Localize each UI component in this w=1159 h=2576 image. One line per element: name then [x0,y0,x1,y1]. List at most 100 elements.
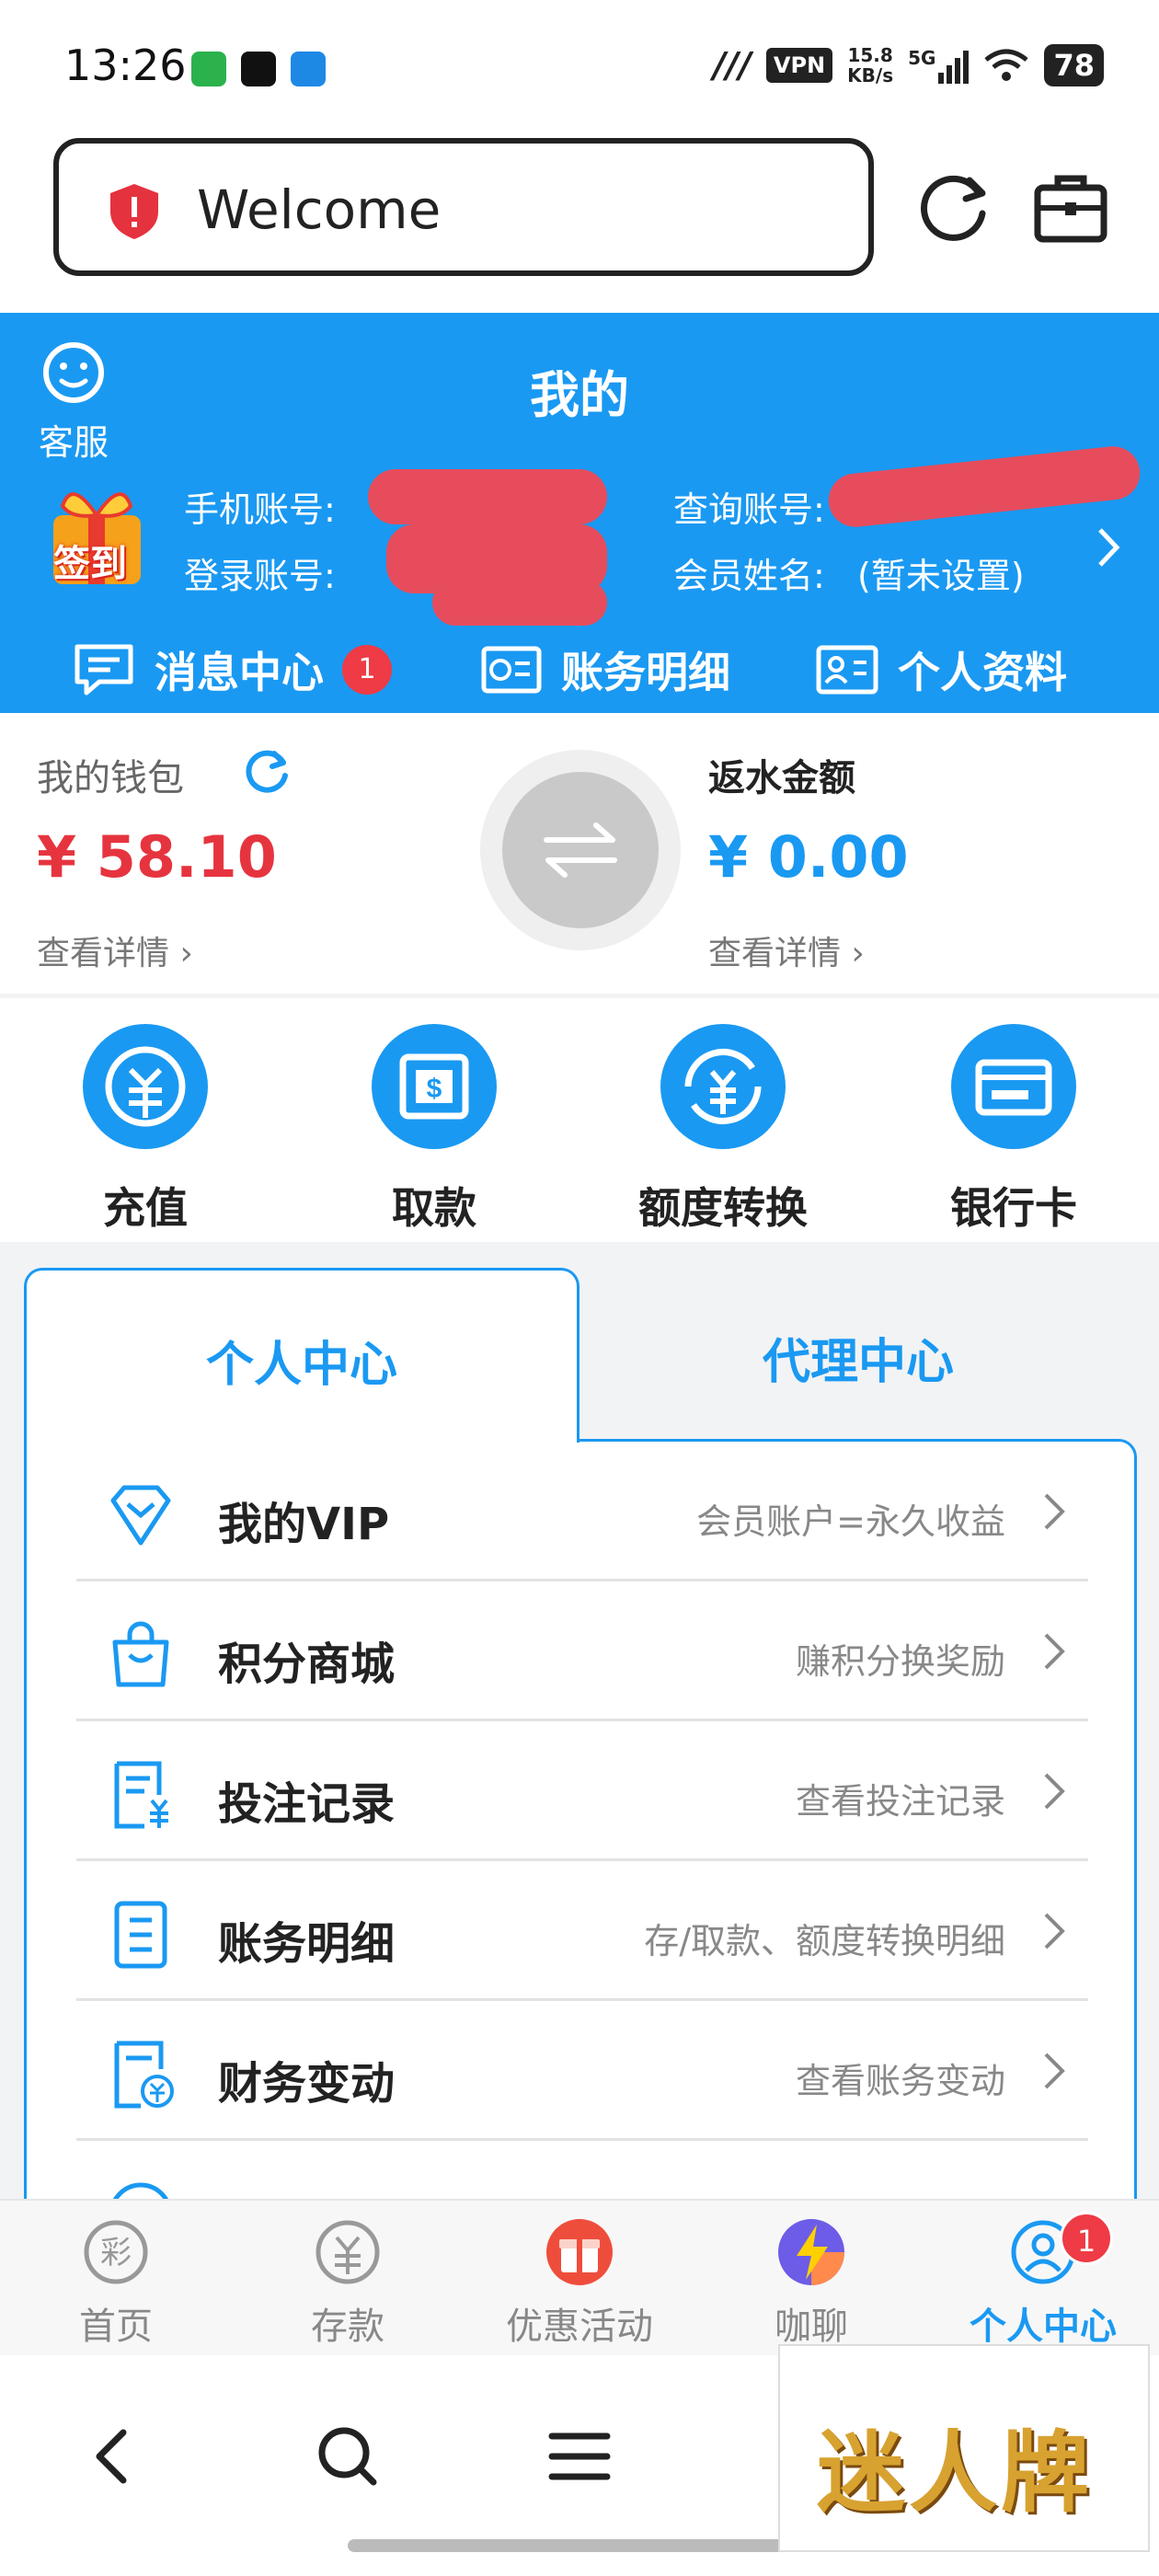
battery-indicator: 78 [1044,44,1104,86]
vpn-badge: VPN [765,48,833,83]
bottom-navigation: 彩 首页 存款 优惠活动 咖聊 1 个人中心 [0,2199,1159,2355]
menu-item-vip[interactable]: 我的VIP 会员账户=永久收益 [76,1442,1088,1581]
menu-icon[interactable] [543,2420,616,2493]
network-label: 5G [908,47,936,69]
menu-list: 我的VIP 会员账户=永久收益 积分商城 赚积分换奖励 投注记录 查看投注记录 [24,1439,1137,2249]
refresh-icon[interactable] [241,746,293,798]
personal-info-link[interactable]: 个人资料 [815,639,1067,700]
address-field[interactable]: Welcome [53,138,874,276]
menu-item-finance-changes[interactable]: 财务变动 查看账务变动 [76,2001,1088,2141]
bank-card-button[interactable]: 银行卡 [912,1024,1115,1236]
status-indicators: /// VPN 15.8 KB/s 5G 78 [713,44,1104,86]
status-time: 13:26 [64,40,187,90]
rebate-label: 返水金额 [708,757,855,799]
lightning-icon [778,2219,844,2285]
menu-item-bet-records[interactable]: 投注记录 查看投注记录 [76,1721,1088,1861]
message-badge: 1 [342,645,392,695]
reload-icon[interactable] [912,166,995,248]
menu-item-points-mall[interactable]: 积分商城 赚积分换奖励 [76,1581,1088,1721]
gift-box-icon [546,2219,613,2285]
nav-personal-center[interactable]: 1 个人中心 [951,2212,1135,2350]
deposit-button[interactable]: 充值 [44,1024,247,1236]
toolbox-icon[interactable] [1030,167,1111,248]
member-name-value: (暂未设置) [857,556,1025,596]
query-account-label: 查询账号: [673,489,825,530]
id-card-icon [816,645,878,695]
watermark-logo: 迷人牌 [778,2344,1150,2552]
redacted-query-account [825,443,1143,530]
wallet-panel: 我的钱包 ¥ 58.10 查看详情 › 返水金额 ¥ 0.00 查看详情 › [0,713,1159,994]
center-tabs: 个人中心 代理中心 我的VIP 会员账户=永久收益 积分商城 赚积分换奖励 投注… [24,1268,1137,2249]
transfer-button[interactable] [480,750,681,950]
nav-deposit-label: 存款 [311,2306,384,2348]
nav-personal-center-label: 个人中心 [970,2306,1117,2348]
nav-badge: 1 [1060,2212,1113,2265]
browser-toolbar: Welcome [0,138,1159,313]
message-center-label: 消息中心 [155,648,324,697]
list-document-icon [114,1901,167,1969]
status-bar: 13:26 /// VPN 15.8 KB/s 5G 78 [0,0,1159,138]
page-title: 我的 [530,366,629,424]
withdraw-button[interactable]: $ 取款 [333,1024,535,1236]
nav-chat-label: 咖聊 [775,2306,848,2348]
shield-icon [110,184,158,239]
search-icon[interactable] [311,2420,384,2493]
checkin-button[interactable]: 签到 [35,478,159,593]
rebate-amount: ¥ 0.00 [708,823,909,891]
message-center-link[interactable]: 消息中心 1 [72,639,392,700]
nav-deposit[interactable]: 存款 [256,2217,440,2350]
credit-card-icon [951,1024,1076,1149]
nav-home-label: 首页 [79,2306,153,2348]
bill-icon [481,646,542,694]
back-icon[interactable] [77,2420,151,2493]
redacted-login-account-2 [432,580,607,626]
nav-promotions-label: 优惠活动 [506,2306,653,2348]
personal-info-label: 个人资料 [898,648,1067,697]
wallet-label: 我的钱包 [37,757,184,799]
transfer-quota-button[interactable]: 额度转换 [622,1024,824,1236]
atm-icon: $ [372,1024,497,1149]
home-logo-icon: 彩 [84,2220,148,2284]
account-details-label: 账务明细 [561,648,730,697]
home-indicator[interactable] [348,2539,808,2552]
shopping-bag-icon [112,1621,169,1687]
nav-home[interactable]: 彩 首页 [24,2217,208,2350]
wifi-icon [984,49,1029,81]
chevron-right-icon [1044,1633,1065,1670]
phone-account-label: 手机账号: [184,489,336,530]
account-details-link[interactable]: 账务明细 [480,639,730,700]
menu-item-account-details[interactable]: 账务明细 存/取款、额度转换明细 [76,1861,1088,2001]
signal-icon: 5G [908,47,970,84]
tab-personal-center[interactable]: 个人中心 [24,1268,580,1443]
wechat-pay-icon [191,52,226,86]
exchange-icon [660,1024,786,1149]
watermark-text: 迷人牌 [817,2421,1093,2524]
app-r-icon [241,52,276,86]
chevron-right-icon [1044,1493,1065,1530]
withdraw-label: 取款 [392,1183,476,1233]
yuan-icon [316,2220,380,2284]
login-account-label: 登录账号: [184,556,336,596]
bank-card-label: 银行卡 [950,1183,1077,1233]
chevron-right-icon[interactable] [1095,524,1122,570]
svg-text:彩: 彩 [100,2235,132,2271]
carrier-icon: /// [713,45,752,86]
transfer-quota-label: 额度转换 [638,1183,808,1233]
checkin-label: 签到 [53,543,127,585]
calculator-icon [114,2041,174,2109]
quick-links: 消息中心 1 账务明细 个人资料 [0,621,1159,704]
wallet-detail-link[interactable]: 查看详情 › [37,926,193,974]
chevron-right-icon [1044,1913,1065,1949]
nav-chat[interactable]: 咖聊 [719,2217,903,2350]
chevron-right-icon [1044,2053,1065,2089]
nav-promotions[interactable]: 优惠活动 [488,2217,671,2350]
message-icon [75,644,133,696]
redacted-phone-account [368,469,607,524]
swap-arrows-icon [544,822,617,878]
tab-agent-center[interactable]: 代理中心 [580,1268,1137,1439]
network-speed: 15.8 KB/s [847,44,894,86]
profile-header: 客服 我的 签到 手机账号: 登录账号: 查询账号: 会员姓名: (暂未设置) … [0,313,1159,713]
deposit-icon [83,1024,208,1149]
rebate-detail-link[interactable]: 查看详情 › [708,926,865,974]
svg-text:$: $ [427,1074,442,1104]
